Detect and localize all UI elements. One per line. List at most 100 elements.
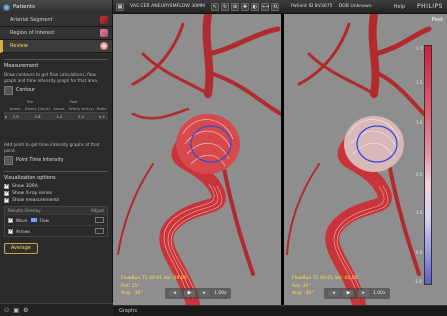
col-header: Artery (mL/s) (24, 106, 51, 111)
frame-info: FlowRun T1 00:01 Vol: 00.00 (292, 276, 358, 281)
angulation-angle: Ang: -30° (121, 291, 143, 296)
prev-frame-button[interactable]: ◂ (169, 290, 180, 297)
step-review[interactable]: Review (0, 40, 112, 53)
patient-id: Patient ID 8V3075 (290, 4, 333, 9)
table-cell: 0.4 (95, 112, 108, 120)
group-header-pre: Pre (26, 99, 33, 104)
tig-label: Point Time Intensity (16, 158, 64, 163)
measure-icon[interactable]: ⟷ (260, 2, 269, 11)
hand-icon (100, 29, 108, 37)
prev-frame-button[interactable]: ◂ (328, 290, 339, 297)
settings-icon[interactable]: ⚙ (23, 307, 28, 314)
checkbox-icon (8, 217, 13, 223)
colorbar-label: 1.5 (416, 80, 423, 85)
visualization-panel: Visualization options Show 3DRA Show X-r… (4, 171, 108, 237)
help-link[interactable]: Help (394, 4, 405, 10)
measurement-description: Draw contours to get flow calculations, … (4, 72, 99, 83)
contrast-icon[interactable]: ◐ (250, 2, 259, 11)
colorbar-label: 1.0 (416, 210, 423, 215)
colorbar-label: -1.0 (414, 279, 422, 284)
vessel-render-pre (117, 14, 281, 305)
col-header: Aneur. (9, 106, 22, 111)
group-header-post: Post (69, 99, 78, 104)
step-label: Arterial Segment (10, 17, 53, 23)
adjust-wave-button[interactable] (95, 217, 104, 223)
point-icon (4, 156, 13, 165)
colorbar-label: 1.7 (416, 46, 423, 51)
option-label: Show X-ray series (12, 191, 53, 196)
show-xray-checkbox[interactable]: Show X-ray series (4, 190, 108, 196)
step-arterial-segment[interactable]: Arterial Segment (0, 14, 112, 27)
step-label: Review (10, 43, 28, 49)
tig-description: Add point to get time intensity graphs a… (4, 142, 100, 153)
table-cell: 2.2 (66, 112, 96, 120)
layout-icon[interactable]: ▦ (116, 2, 124, 11)
contour-tool[interactable]: Contour (4, 86, 108, 95)
sidebar: Patients Arterial Segment Region of Inte… (0, 0, 113, 316)
point-time-intensity-tool[interactable]: Point Time Intensity (4, 156, 108, 165)
play-button[interactable]: ▶ (343, 290, 354, 297)
app-title: Patients (13, 4, 36, 10)
adjust-arrows-button[interactable] (95, 228, 104, 234)
view-label-post: Post (431, 17, 443, 23)
philips-logo: PHILIPS (417, 3, 443, 10)
next-frame-button[interactable]: ▸ (358, 290, 369, 297)
checkbox-icon (8, 228, 13, 234)
viewport-pre[interactable]: FlowRun T1 00:01 Vol: 00.00 Rot: 35° Ang… (113, 14, 281, 305)
zoom-level: 1.00x (373, 291, 386, 296)
reset-icon[interactable]: ⟲ (270, 2, 279, 11)
bottom-bar: Graphs (113, 305, 447, 316)
rotate-icon[interactable]: ↻ (220, 2, 229, 11)
average-button[interactable]: Average (4, 243, 38, 254)
zoom-level: 1.00x (214, 291, 227, 296)
checkbox-icon (4, 197, 9, 203)
patient-icon[interactable]: ⚇ (4, 307, 9, 314)
option-label: Show 3DRA (12, 184, 38, 189)
measurement-panel: Measurement Draw contours to get flow ca… (4, 59, 108, 165)
table-cell: 1.2 (51, 112, 67, 120)
angulation-angle: Ang: -30° (292, 291, 314, 296)
contour-label: Contour (16, 88, 36, 93)
overlay-header: Results Overlay (8, 208, 41, 213)
overlay-label: Arrows (16, 228, 31, 234)
overlay-row-arrows[interactable]: Arrows (5, 225, 107, 236)
patient-dob: DOB Unknown (338, 4, 372, 9)
col-header: Ratio (96, 106, 107, 111)
playback-controls-post: ◂ ▶ ▸ 1.00x (324, 288, 390, 299)
overlay-row-wave[interactable]: Wave Flow (5, 214, 107, 225)
review-icon (100, 42, 108, 50)
zoom-icon[interactable]: ⊕ (230, 2, 239, 11)
step-region-of-interest[interactable]: Region of Interest (0, 27, 112, 40)
checkbox-icon (4, 183, 9, 189)
overlay-extra: Flow (39, 217, 50, 223)
play-button[interactable]: ▶ (184, 290, 195, 297)
viewport-post[interactable]: Post FlowRun T1 00:01 Vol: 00.00 Rot: 35… (284, 14, 447, 305)
col-header: Artery (mL/s) (68, 106, 94, 111)
vessel-render-post (286, 14, 432, 305)
next-frame-button[interactable]: ▸ (199, 290, 210, 297)
app-logo-icon (3, 3, 10, 11)
visualization-title: Visualization options (4, 175, 56, 181)
colorbar-label: 0.5 (416, 172, 423, 177)
table-cell: 2.8 (23, 112, 52, 120)
graphs-tab[interactable]: Graphs (119, 308, 137, 314)
pan-icon[interactable]: ✥ (240, 2, 249, 11)
show-measurements-checkbox[interactable]: Show measurements (4, 197, 108, 203)
show-3dra-checkbox[interactable]: Show 3DRA (4, 183, 108, 189)
artery-icon (100, 16, 108, 24)
top-toolbar: ▦ VAS CER ANEURYSMFLOW 30MM ↖ ↻ ⊕ ✥ ◐ ⟷ … (113, 0, 447, 14)
table-row[interactable]: ▸ 2.9 2.8 1.2 2.2 0.4 (4, 112, 108, 120)
colorbar-label: 1.0 (416, 120, 423, 125)
playback-controls-pre: ◂ ▶ ▸ 1.00x (165, 288, 231, 299)
pointer-icon[interactable]: ↖ (210, 2, 219, 11)
flow-table: Pre Post Aneur. Artery (mL/s) Aneur. Art… (4, 98, 108, 120)
screen-icon[interactable]: ▣ (13, 307, 19, 314)
step-label: Region of Interest (10, 30, 55, 36)
overlay-label: Wave (16, 217, 28, 223)
measurement-title: Measurement (4, 63, 39, 69)
series-title: VAS CER ANEURYSMFLOW 30MM (130, 4, 205, 9)
results-overlay-table: Results Overlay Adjust Wave Flow Arrows (4, 206, 108, 237)
rotation-angle: Rot: 35° (292, 284, 311, 289)
table-cell: 2.9 (8, 112, 24, 120)
option-label: Show measurements (12, 198, 60, 203)
